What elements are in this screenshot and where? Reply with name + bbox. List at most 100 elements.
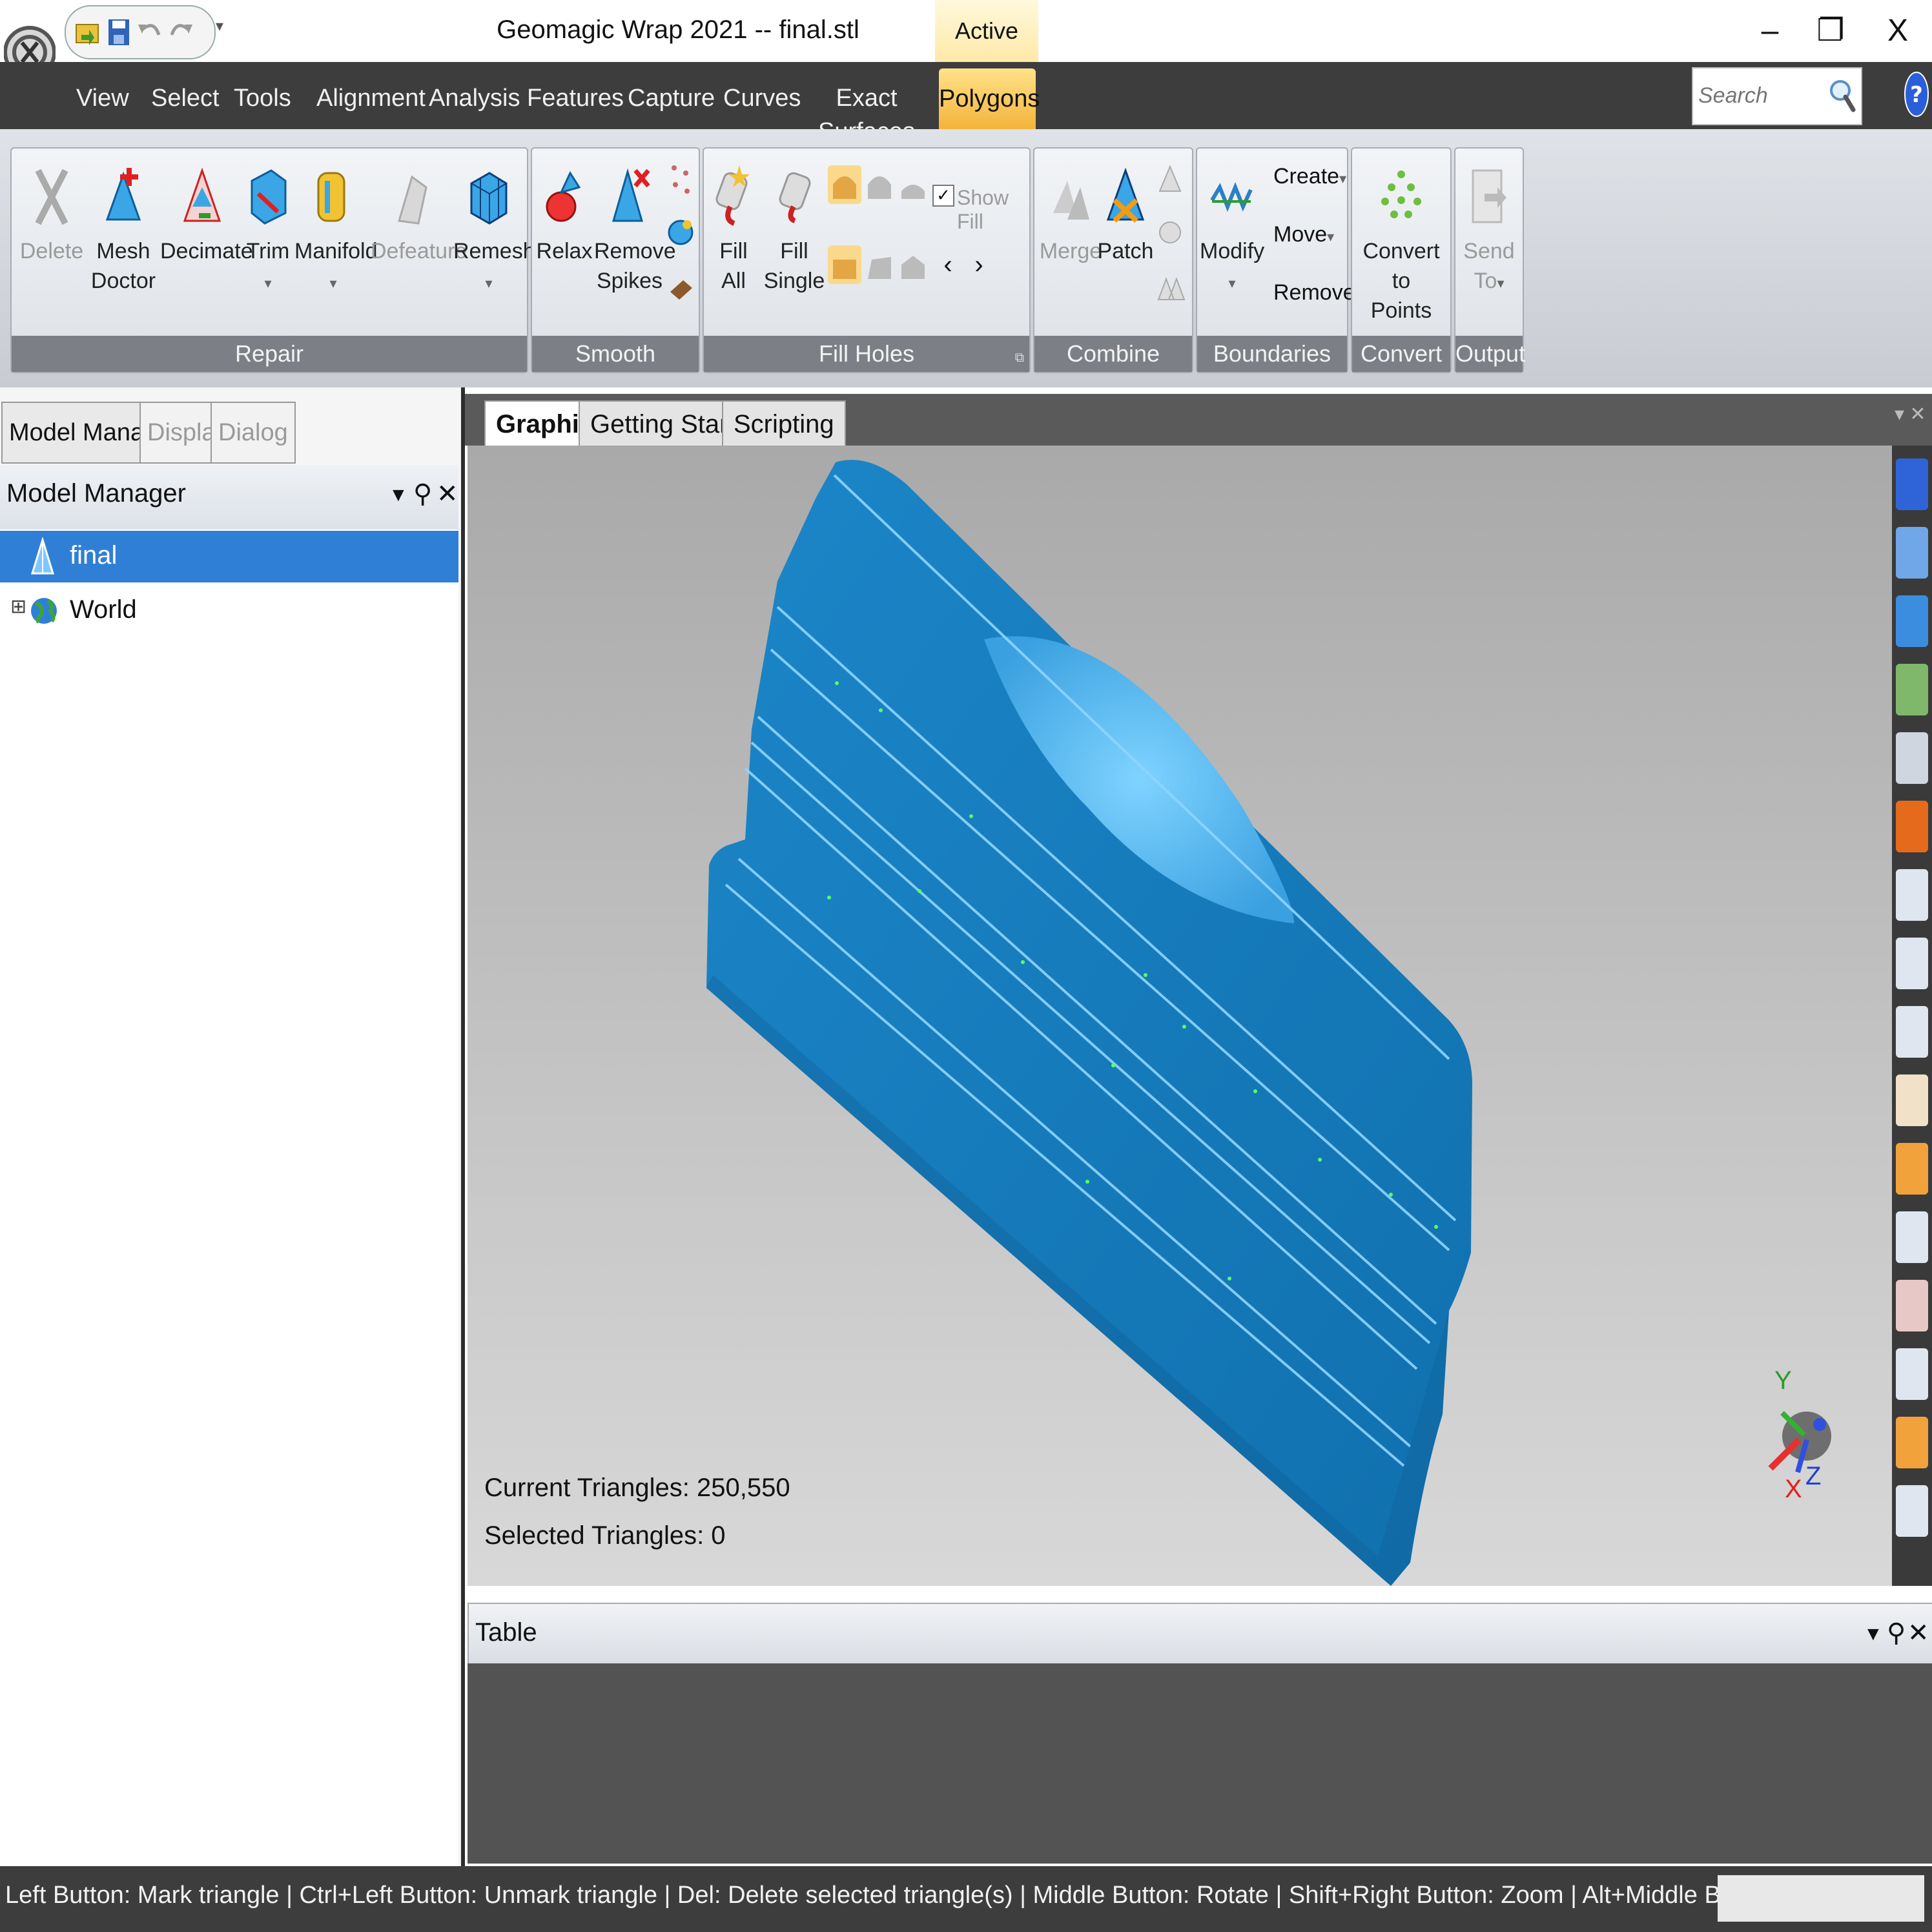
group-label-boundaries: Boundaries bbox=[1197, 336, 1347, 372]
next-hole-button[interactable]: › bbox=[962, 245, 996, 284]
fill-partial-button[interactable] bbox=[863, 165, 896, 204]
dialog-launcher-icon[interactable]: ⧉ bbox=[1015, 351, 1024, 365]
fill-complete-button[interactable] bbox=[828, 165, 861, 204]
tab-view[interactable]: View bbox=[76, 81, 129, 115]
remesh-button[interactable]: Remesh ▾ bbox=[453, 161, 535, 298]
show-fill-checkbox[interactable]: ✓ bbox=[932, 185, 954, 207]
relax-button[interactable]: Relax bbox=[536, 161, 593, 266]
table-close-icon[interactable]: ✕ bbox=[1907, 1618, 1929, 1648]
previous-hole-button[interactable]: ‹ bbox=[931, 245, 965, 284]
send-to-button[interactable]: Send To▾ bbox=[1455, 161, 1523, 298]
combine-small-button-3[interactable] bbox=[1153, 267, 1187, 306]
document-menu-icon[interactable]: ▾ ✕ bbox=[1895, 403, 1926, 426]
group-label-combine: Combine bbox=[1034, 336, 1192, 372]
smooth-small-button-3[interactable] bbox=[664, 267, 697, 306]
group-fill-holes: Fill All Fill Single ✓ Show Fill ‹ › Fill … bbox=[703, 147, 1031, 373]
convert-to-points-button[interactable]: Convert to Points bbox=[1353, 161, 1449, 325]
lighting-icon[interactable] bbox=[1896, 664, 1928, 715]
save-icon[interactable] bbox=[106, 15, 132, 49]
help-icon[interactable]: ? bbox=[1904, 70, 1929, 119]
move-boundary-button[interactable]: Move▾ bbox=[1273, 222, 1334, 247]
tab-analysis[interactable]: Analysis bbox=[429, 81, 520, 115]
delete-button[interactable]: Delete bbox=[19, 161, 84, 266]
zoom-icon[interactable] bbox=[1896, 732, 1928, 784]
close-button[interactable]: X bbox=[1869, 6, 1927, 56]
patch-button[interactable]: Patch bbox=[1096, 161, 1155, 266]
group-label-fill-holes: Fill Holes bbox=[704, 336, 1029, 372]
merge-button[interactable]: Merge bbox=[1038, 161, 1103, 266]
line-select-icon[interactable] bbox=[1896, 1006, 1928, 1058]
fill-single-button[interactable]: Fill Single bbox=[762, 161, 827, 296]
3d-viewport[interactable]: Y X Z Current Triangles: 250,550 Selecte… bbox=[468, 446, 1892, 1586]
view-plane-icon[interactable] bbox=[1896, 595, 1928, 647]
select-by-icon[interactable] bbox=[1896, 1417, 1928, 1468]
show-fill-label: Show Fill bbox=[957, 186, 1009, 233]
fill-bridge-button[interactable] bbox=[896, 165, 930, 204]
table-panel-body bbox=[468, 1663, 1932, 1864]
tab-capture[interactable]: Capture bbox=[628, 81, 715, 115]
svg-text:?: ? bbox=[1910, 82, 1923, 108]
view-cube-icon[interactable] bbox=[1896, 458, 1928, 510]
fill-flat-button[interactable] bbox=[896, 245, 930, 284]
select-all-icon[interactable] bbox=[1896, 1348, 1928, 1400]
open-icon[interactable] bbox=[75, 15, 101, 49]
lasso-select-icon[interactable] bbox=[1896, 938, 1928, 989]
arch-icon bbox=[868, 176, 891, 199]
custom-region-icon[interactable] bbox=[1896, 1143, 1928, 1195]
current-triangles-readout: Current Triangles: 250,550 bbox=[484, 1474, 790, 1502]
table-pin-icon[interactable]: ⚲ bbox=[1887, 1618, 1906, 1648]
tab-exact-surfaces[interactable]: Exact Surfaces bbox=[812, 81, 921, 145]
restore-button[interactable]: ❐ bbox=[1802, 6, 1860, 56]
search-icon[interactable] bbox=[1826, 76, 1856, 115]
minimize-button[interactable]: – bbox=[1741, 6, 1799, 56]
undo-icon[interactable] bbox=[137, 15, 163, 49]
rotate-view-icon[interactable] bbox=[1896, 527, 1928, 579]
table-panel-header: Table ▼ ⚲ ✕ bbox=[468, 1603, 1932, 1665]
decimate-button[interactable]: Decimate bbox=[160, 161, 253, 266]
fill-all-button[interactable]: Fill All bbox=[708, 161, 759, 296]
tree-item-world[interactable]: ⊞ World bbox=[0, 585, 458, 637]
tab-tools[interactable]: Tools bbox=[234, 81, 291, 115]
send-to-icon bbox=[1472, 169, 1506, 223]
mesh-doctor-button[interactable]: Mesh Doctor bbox=[88, 161, 159, 296]
color-icon[interactable] bbox=[1896, 801, 1928, 852]
combine-small-button-2[interactable] bbox=[1153, 213, 1187, 252]
smooth-small-button-2[interactable] bbox=[664, 213, 697, 252]
tab-polygons[interactable]: Polygons bbox=[939, 68, 1040, 129]
tab-alignment[interactable]: Alignment bbox=[316, 81, 426, 115]
clear-selection-icon[interactable] bbox=[1896, 1485, 1928, 1537]
select-through-icon[interactable] bbox=[1896, 1211, 1928, 1263]
expand-icon[interactable]: ⊞ bbox=[10, 595, 26, 618]
tab-features[interactable]: Features bbox=[527, 81, 624, 115]
trim-button[interactable]: Trim ▾ bbox=[239, 161, 297, 298]
tab-curves[interactable]: Curves bbox=[723, 81, 801, 115]
redo-icon[interactable] bbox=[168, 15, 194, 49]
remove-boundary-button[interactable]: Remove▾ bbox=[1273, 280, 1362, 305]
group-output: Send To▾ Output bbox=[1454, 147, 1525, 373]
view-toolbar bbox=[1892, 446, 1932, 1586]
tab-scripting[interactable]: Scripting bbox=[722, 400, 846, 447]
manifold-button[interactable]: Manifold ▾ bbox=[294, 161, 378, 298]
panel-menu-icon[interactable]: ▼ bbox=[389, 484, 408, 506]
select-visible-icon[interactable] bbox=[1896, 1280, 1928, 1331]
pin-icon[interactable]: ⚲ bbox=[413, 479, 432, 509]
tab-dialog[interactable]: Dialog bbox=[211, 402, 296, 464]
qat-dropdown-icon[interactable]: ▾ bbox=[216, 17, 223, 36]
modify-button[interactable]: Modify ▾ bbox=[1200, 161, 1264, 298]
tab-select[interactable]: Select bbox=[151, 81, 220, 115]
group-combine: Merge Patch Combine bbox=[1033, 147, 1193, 373]
panel-close-icon[interactable]: ✕ bbox=[437, 479, 458, 509]
fill-tangent-button[interactable] bbox=[863, 245, 896, 284]
mesh-model[interactable] bbox=[468, 446, 1892, 1586]
search-input[interactable] bbox=[1697, 74, 1816, 118]
defeature-button[interactable]: Defeature bbox=[371, 161, 467, 266]
create-boundary-button[interactable]: Create▾ bbox=[1273, 164, 1346, 189]
table-menu-icon[interactable]: ▼ bbox=[1864, 1623, 1883, 1645]
rectangle-select-icon[interactable] bbox=[1896, 869, 1928, 921]
brush-select-icon[interactable] bbox=[1896, 1074, 1928, 1126]
fill-curvature-button[interactable] bbox=[828, 245, 861, 284]
remove-spikes-button[interactable]: Remove Spikes bbox=[594, 161, 676, 296]
combine-small-button-1[interactable] bbox=[1153, 159, 1187, 198]
tree-item-final[interactable]: final bbox=[0, 531, 458, 582]
smooth-small-button-1[interactable] bbox=[664, 159, 697, 198]
